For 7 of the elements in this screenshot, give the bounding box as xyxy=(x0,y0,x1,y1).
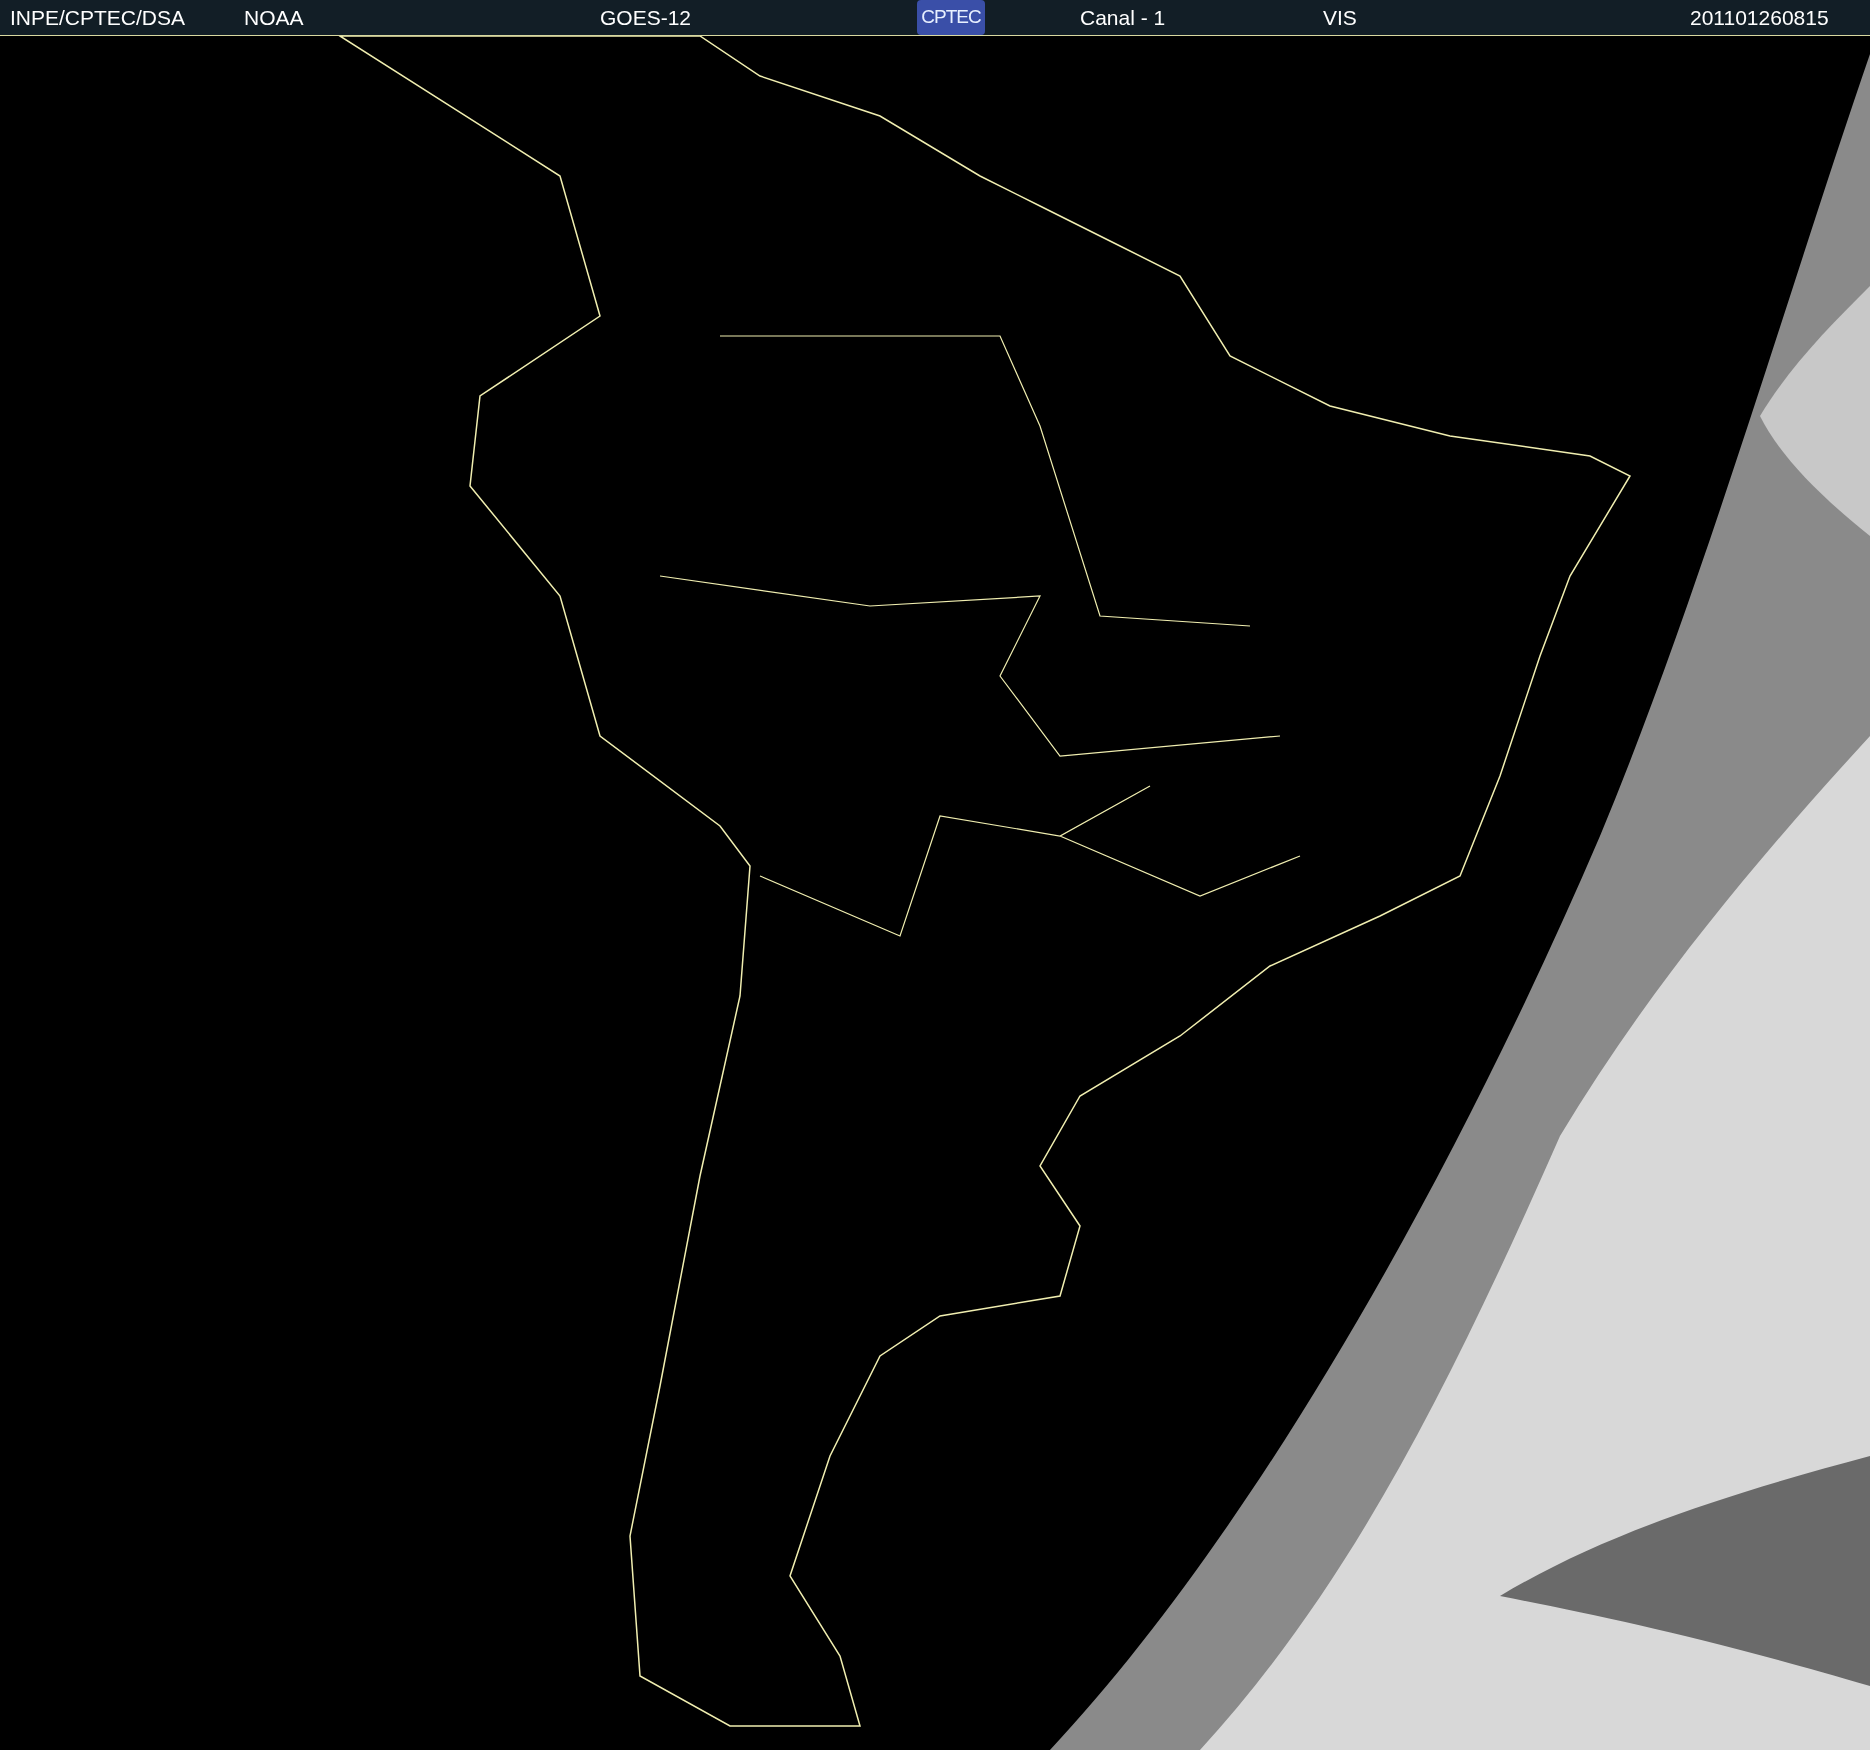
agency-label: NOAA xyxy=(244,4,304,31)
source-label: INPE/CPTEC/DSA xyxy=(10,4,186,31)
satellite-label: GOES-12 xyxy=(600,4,692,31)
band-label: VIS xyxy=(1323,4,1357,31)
timestamp-label: 201101260815 xyxy=(1690,4,1829,31)
channel-label: Canal - 1 xyxy=(1080,4,1166,31)
cptec-logo: CPTEC xyxy=(917,0,985,35)
